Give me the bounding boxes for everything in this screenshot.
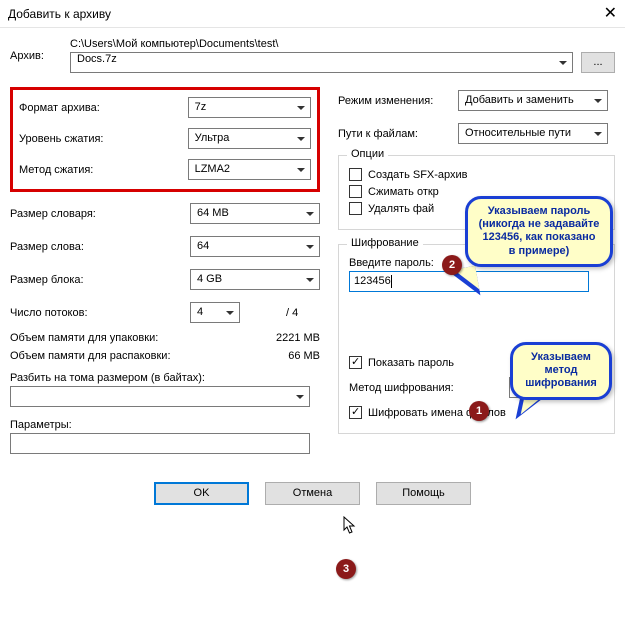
- browse-button[interactable]: ...: [581, 52, 615, 73]
- password-value: 123456: [354, 275, 391, 287]
- marker-1: 1: [469, 401, 489, 421]
- enc-method-label: Метод шифрования:: [349, 382, 503, 394]
- streams-total: / 4: [286, 307, 298, 319]
- marker-2: 2: [442, 255, 462, 275]
- enc-names-checkbox[interactable]: [349, 406, 362, 419]
- block-select[interactable]: 4 GB: [190, 269, 320, 290]
- paths-label: Пути к файлам:: [338, 128, 458, 140]
- chevron-down-icon: [303, 207, 316, 220]
- paths-select[interactable]: Относительные пути: [458, 123, 608, 144]
- chevron-down-icon: [591, 127, 604, 140]
- level-select[interactable]: Ультра: [188, 128, 311, 149]
- params-input[interactable]: [10, 433, 310, 454]
- delete-checkbox-row[interactable]: Удалять фай: [349, 202, 441, 215]
- dict-label: Размер словаря:: [10, 208, 190, 220]
- cursor-icon: [343, 516, 357, 536]
- cancel-button[interactable]: Отмена: [265, 482, 360, 505]
- shared-checkbox[interactable]: [349, 185, 362, 198]
- show-password-label: Показать пароль: [368, 357, 454, 369]
- text-caret: [391, 275, 392, 288]
- chevron-down-icon: [294, 132, 307, 145]
- content: Архив: C:\Users\Мой компьютер\Documents\…: [0, 28, 625, 513]
- left-column: Формат архива: 7z Уровень сжатия: Ультра…: [10, 87, 320, 454]
- mem-pack-label: Объем памяти для упаковки:: [10, 332, 158, 344]
- chevron-down-icon: [591, 94, 604, 107]
- chevron-down-icon: [303, 273, 316, 286]
- level-value: Ультра: [195, 132, 230, 144]
- archive-path-block: C:\Users\Мой компьютер\Documents\test\ D…: [70, 38, 615, 73]
- level-label: Уровень сжатия:: [19, 133, 188, 145]
- ok-button[interactable]: OK: [154, 482, 249, 505]
- block-label: Размер блока:: [10, 274, 190, 286]
- delete-checkbox[interactable]: [349, 202, 362, 215]
- params-label: Параметры:: [10, 419, 320, 431]
- method-value: LZMA2: [195, 163, 230, 175]
- mode-value: Добавить и заменить: [465, 94, 574, 106]
- paths-value: Относительные пути: [465, 127, 571, 139]
- shared-checkbox-row[interactable]: Сжимать откр: [349, 185, 441, 198]
- chevron-down-icon: [294, 163, 307, 176]
- shared-label: Сжимать откр: [368, 186, 439, 198]
- titlebar: Добавить к архиву ✕: [0, 0, 625, 28]
- mem-unpack-label: Объем памяти для распаковки:: [10, 350, 171, 362]
- sfx-checkbox-row[interactable]: Создать SFX-архив: [349, 168, 604, 181]
- show-password-checkbox[interactable]: [349, 356, 362, 369]
- chevron-down-icon: [303, 240, 316, 253]
- format-select[interactable]: 7z: [188, 97, 311, 118]
- split-combo[interactable]: [10, 386, 310, 407]
- mode-label: Режим изменения:: [338, 95, 458, 107]
- help-button[interactable]: Помощь: [376, 482, 471, 505]
- dict-select[interactable]: 64 MB: [190, 203, 320, 224]
- chevron-down-icon: [223, 306, 236, 319]
- button-bar: OK Отмена Помощь: [10, 482, 615, 505]
- archive-row: Архив: C:\Users\Мой компьютер\Documents\…: [10, 38, 615, 73]
- sfx-checkbox[interactable]: [349, 168, 362, 181]
- highlight-box: Формат архива: 7z Уровень сжатия: Ультра…: [10, 87, 320, 192]
- callout-password: Указываем пароль (никогда не задавайте 1…: [465, 196, 613, 267]
- options-legend: Опции: [347, 148, 388, 160]
- archive-name-value: Docs.7z: [77, 53, 117, 65]
- method-select[interactable]: LZMA2: [188, 159, 311, 180]
- archive-path: C:\Users\Мой компьютер\Documents\test\: [70, 38, 615, 50]
- mem-unpack-value: 66 MB: [288, 350, 320, 362]
- window-title: Добавить к архиву: [8, 7, 111, 21]
- split-label: Разбить на тома размером (в байтах):: [10, 372, 320, 384]
- delete-label: Удалять фай: [368, 203, 434, 215]
- word-value: 64: [197, 240, 209, 252]
- archive-name-combo[interactable]: Docs.7z: [70, 52, 573, 73]
- format-label: Формат архива:: [19, 102, 188, 114]
- close-button[interactable]: ✕: [577, 6, 617, 22]
- dict-value: 64 MB: [197, 207, 229, 219]
- encryption-legend: Шифрование: [347, 237, 423, 249]
- sfx-label: Создать SFX-архив: [368, 169, 468, 181]
- streams-select[interactable]: 4: [190, 302, 240, 323]
- chevron-down-icon: [293, 390, 306, 403]
- format-value: 7z: [195, 101, 207, 113]
- streams-value: 4: [197, 306, 203, 318]
- chevron-down-icon: [556, 56, 569, 69]
- mem-pack-value: 2221 MB: [276, 332, 320, 344]
- callout-method: Указываем метод шифрования: [510, 342, 612, 400]
- word-label: Размер слова:: [10, 241, 190, 253]
- streams-label: Число потоков:: [10, 307, 190, 319]
- marker-3: 3: [336, 559, 356, 579]
- block-value: 4 GB: [197, 273, 222, 285]
- mode-select[interactable]: Добавить и заменить: [458, 90, 608, 111]
- word-select[interactable]: 64: [190, 236, 320, 257]
- method-label: Метод сжатия:: [19, 164, 188, 176]
- chevron-down-icon: [294, 101, 307, 114]
- archive-label: Архив:: [10, 50, 70, 62]
